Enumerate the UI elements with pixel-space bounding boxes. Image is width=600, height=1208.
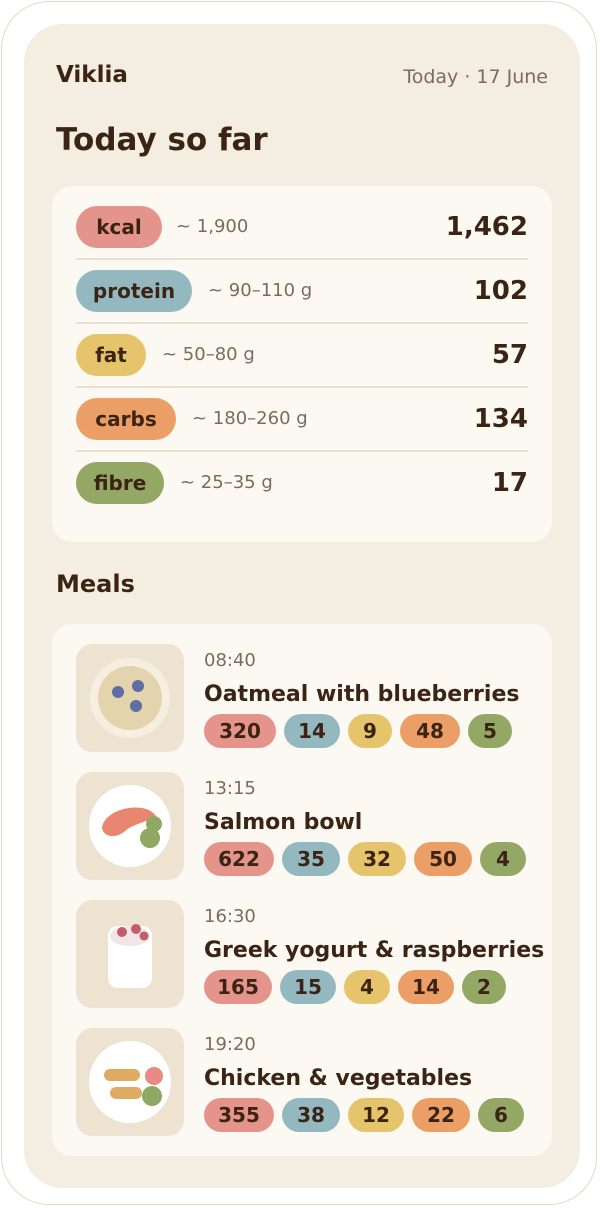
page-title: Today so far bbox=[56, 122, 268, 158]
fat-target: ~ 50–80 g bbox=[162, 344, 255, 365]
meal-time: 16:30 bbox=[204, 906, 256, 927]
fibre-chip: 4 bbox=[480, 842, 526, 876]
kcal-chip: 355 bbox=[204, 1098, 274, 1132]
kcal-chip: 165 bbox=[204, 970, 272, 1004]
fibre-chip: 6 bbox=[478, 1098, 524, 1132]
meal-item[interactable]: 16:30 Greek yogurt & raspberries 165 15 … bbox=[76, 900, 544, 1008]
fat-pill: fat bbox=[76, 334, 146, 376]
meal-macros: 320 14 9 48 5 bbox=[204, 714, 512, 748]
kcal-chip: 320 bbox=[204, 714, 276, 748]
meal-name: Chicken & vegetables bbox=[204, 1066, 473, 1091]
protein-chip: 14 bbox=[284, 714, 340, 748]
summary-row-carbs: carbs ~ 180–260 g 134 bbox=[76, 388, 528, 452]
meal-name: Oatmeal with blueberries bbox=[204, 682, 520, 707]
carbs-target: ~ 180–260 g bbox=[192, 408, 308, 429]
date-label: Today · 17 June bbox=[403, 66, 548, 88]
protein-pill: protein bbox=[76, 270, 192, 312]
summary-row-kcal: kcal ~ 1,900 1,462 bbox=[76, 196, 528, 260]
meal-time: 08:40 bbox=[204, 650, 256, 671]
meal-time: 19:20 bbox=[204, 1034, 256, 1055]
kcal-target: ~ 1,900 bbox=[176, 216, 249, 237]
kcal-value: 1,462 bbox=[445, 212, 528, 242]
meals-card: 08:40 Oatmeal with blueberries 320 14 9 … bbox=[52, 624, 552, 1156]
fat-chip: 12 bbox=[348, 1098, 404, 1132]
fat-value: 57 bbox=[491, 340, 528, 370]
fibre-value: 17 bbox=[491, 468, 528, 498]
meals-heading: Meals bbox=[56, 570, 135, 598]
oatmeal-bowl-icon bbox=[76, 644, 184, 752]
protein-chip: 15 bbox=[280, 970, 336, 1004]
salmon-plate-icon bbox=[76, 772, 184, 880]
protein-value: 102 bbox=[473, 276, 528, 306]
phone-frame: Viklia Today · 17 June Today so far kcal… bbox=[1, 1, 597, 1205]
fibre-chip: 2 bbox=[462, 970, 506, 1004]
meal-macros: 622 35 32 50 4 bbox=[204, 842, 526, 876]
meal-macros: 165 15 4 14 2 bbox=[204, 970, 506, 1004]
meal-item[interactable]: 13:15 Salmon bowl 622 35 32 50 4 bbox=[76, 772, 536, 880]
app-screen: Viklia Today · 17 June Today so far kcal… bbox=[24, 24, 580, 1188]
carbs-value: 134 bbox=[473, 404, 528, 434]
fibre-target: ~ 25–35 g bbox=[180, 472, 273, 493]
meal-item[interactable]: 19:20 Chicken & vegetables 355 38 12 22 … bbox=[76, 1028, 536, 1136]
protein-chip: 38 bbox=[282, 1098, 340, 1132]
daily-summary-card: kcal ~ 1,900 1,462 protein ~ 90–110 g 10… bbox=[52, 186, 552, 542]
kcal-pill: kcal bbox=[76, 206, 162, 248]
carbs-chip: 48 bbox=[400, 714, 460, 748]
meal-time: 13:15 bbox=[204, 778, 256, 799]
meal-macros: 355 38 12 22 6 bbox=[204, 1098, 524, 1132]
carbs-chip: 22 bbox=[412, 1098, 470, 1132]
fat-chip: 32 bbox=[348, 842, 406, 876]
summary-row-fat: fat ~ 50–80 g 57 bbox=[76, 324, 528, 388]
chicken-plate-icon bbox=[76, 1028, 184, 1136]
app-name: Viklia bbox=[56, 62, 128, 88]
yogurt-cup-icon bbox=[76, 900, 184, 1008]
fibre-chip: 5 bbox=[468, 714, 512, 748]
kcal-chip: 622 bbox=[204, 842, 274, 876]
meal-item[interactable]: 08:40 Oatmeal with blueberries 320 14 9 … bbox=[76, 644, 536, 752]
fat-chip: 9 bbox=[348, 714, 392, 748]
carbs-pill: carbs bbox=[76, 398, 176, 440]
carbs-chip: 14 bbox=[398, 970, 454, 1004]
meal-name: Greek yogurt & raspberries bbox=[204, 938, 545, 963]
fat-chip: 4 bbox=[344, 970, 390, 1004]
summary-row-fibre: fibre ~ 25–35 g 17 bbox=[76, 452, 528, 516]
protein-target: ~ 90–110 g bbox=[208, 280, 313, 301]
meal-name: Salmon bowl bbox=[204, 810, 363, 835]
summary-row-protein: protein ~ 90–110 g 102 bbox=[76, 260, 528, 324]
fibre-pill: fibre bbox=[76, 462, 164, 504]
protein-chip: 35 bbox=[282, 842, 340, 876]
carbs-chip: 50 bbox=[414, 842, 472, 876]
